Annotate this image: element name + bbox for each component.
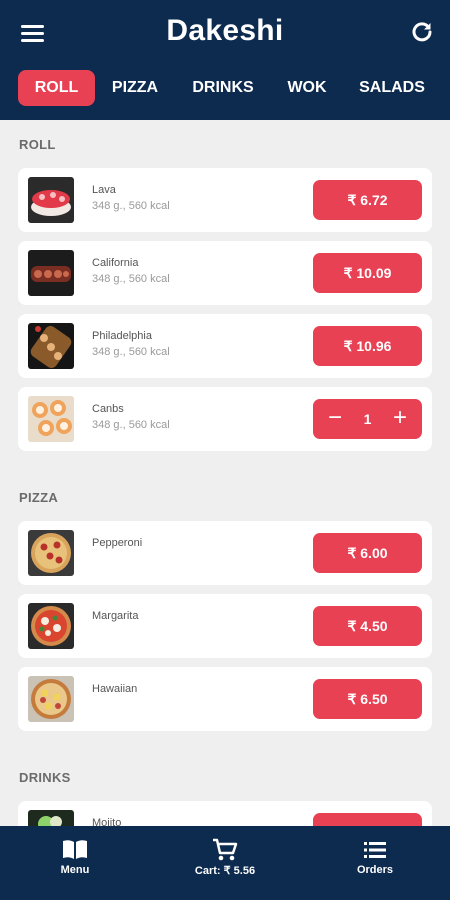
add-to-cart-price-button[interactable]: ₹ 6.00 xyxy=(313,533,422,573)
food-thumbnail-canbs xyxy=(28,396,74,442)
menu-item-card[interactable]: Philadelphia 348 g., 560 kcal ₹ 10.96 xyxy=(18,314,432,378)
quantity-value: 1 xyxy=(363,411,372,427)
menu-item-card[interactable]: Lava 348 g., 560 kcal ₹ 6.72 xyxy=(18,168,432,232)
menu-item-card[interactable]: Pepperoni ₹ 6.00 xyxy=(18,521,432,585)
menu-item-card[interactable]: Canbs 348 g., 560 kcal − 1 + xyxy=(18,387,432,451)
food-thumbnail-philadelphia xyxy=(28,323,74,369)
food-thumbnail-lava xyxy=(28,177,74,223)
menu-item-card[interactable]: Hawaiian ₹ 6.50 xyxy=(18,667,432,731)
food-thumbnail-pepperoni xyxy=(28,530,74,576)
item-name: Margarita xyxy=(92,610,139,622)
tab-drinks[interactable]: DRINKS xyxy=(186,70,260,106)
item-weight-kcal: 348 g., 560 kcal xyxy=(92,200,170,212)
top-app-bar: Dakeshi ROLL PIZZA DRINKS WOK SALADS xyxy=(0,0,450,120)
shopping-cart-icon xyxy=(213,838,238,861)
nav-orders[interactable]: Orders xyxy=(315,838,435,876)
menu-item-card[interactable]: California 348 g., 560 kcal ₹ 10.09 xyxy=(18,241,432,305)
decrease-quantity-button[interactable]: − xyxy=(317,399,353,439)
menu-list[interactable]: ROLL Lava 348 g., 560 kcal ₹ 6.72 Califo… xyxy=(0,120,450,826)
nav-menu-label: Menu xyxy=(60,864,90,876)
item-name: Hawaiian xyxy=(92,683,138,695)
add-to-cart-price-button[interactable]: ₹ 4.50 xyxy=(313,606,422,646)
category-tabs: ROLL PIZZA DRINKS WOK SALADS xyxy=(0,70,450,108)
nav-cart-total: Cart: ₹ 5.56 xyxy=(194,865,256,877)
item-name: California xyxy=(92,257,139,269)
food-thumbnail-california xyxy=(28,250,74,296)
list-icon xyxy=(364,842,386,858)
section-title-drinks: DRINKS xyxy=(19,770,71,785)
quantity-stepper: − 1 + xyxy=(313,399,422,439)
food-thumbnail-hawaiian xyxy=(28,676,74,722)
nav-orders-label: Orders xyxy=(356,864,394,876)
nav-cart[interactable]: Cart: ₹ 5.56 xyxy=(165,838,285,877)
menu-item-card[interactable]: Mojito xyxy=(18,801,432,826)
item-name: Mojito xyxy=(92,817,122,826)
add-to-cart-price-button[interactable]: ₹ 6.50 xyxy=(313,679,422,719)
item-name: Lava xyxy=(92,184,116,196)
food-thumbnail-margarita xyxy=(28,603,74,649)
bottom-navigation: Menu Cart: ₹ 5.56 Orders xyxy=(0,826,450,900)
tab-roll[interactable]: ROLL xyxy=(18,70,95,106)
section-title-pizza: PIZZA xyxy=(19,490,59,505)
app-title: Dakeshi xyxy=(166,14,284,47)
add-to-cart-price-button[interactable]: ₹ 10.96 xyxy=(313,326,422,366)
section-title-roll: ROLL xyxy=(19,137,56,152)
increase-quantity-button[interactable]: + xyxy=(382,399,418,439)
item-name: Canbs xyxy=(92,403,124,415)
header-row: Dakeshi xyxy=(0,0,450,66)
add-to-cart-price-button[interactable]: ₹ 10.09 xyxy=(313,253,422,293)
tab-pizza[interactable]: PIZZA xyxy=(104,70,166,106)
add-to-cart-price-button[interactable] xyxy=(313,813,422,826)
item-weight-kcal: 348 g., 560 kcal xyxy=(92,273,170,285)
menu-book-icon xyxy=(63,840,87,859)
tab-wok[interactable]: WOK xyxy=(280,70,334,106)
drink-thumbnail-mojito xyxy=(28,810,74,826)
item-weight-kcal: 348 g., 560 kcal xyxy=(92,419,170,431)
item-weight-kcal: 348 g., 560 kcal xyxy=(92,346,170,358)
item-name: Pepperoni xyxy=(92,537,143,549)
item-name: Philadelphia xyxy=(92,330,152,342)
nav-menu[interactable]: Menu xyxy=(15,838,135,876)
add-to-cart-price-button[interactable]: ₹ 6.72 xyxy=(313,180,422,220)
menu-item-card[interactable]: Margarita ₹ 4.50 xyxy=(18,594,432,658)
tab-salads[interactable]: SALADS xyxy=(354,70,430,106)
refresh-icon[interactable] xyxy=(408,18,436,46)
